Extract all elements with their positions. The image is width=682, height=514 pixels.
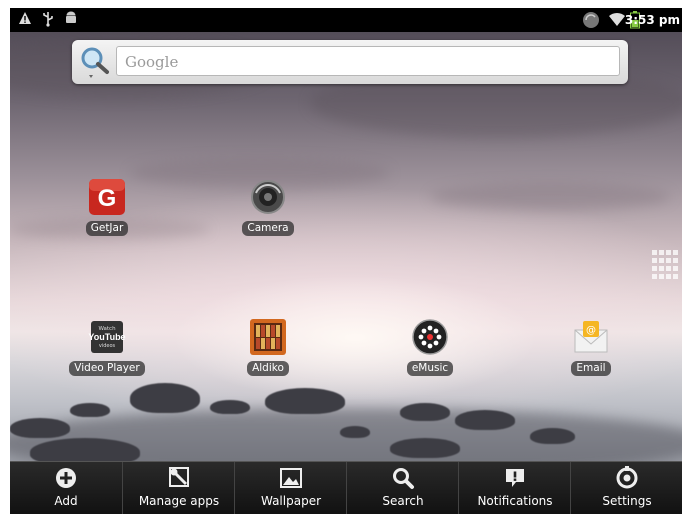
menu-item-add[interactable]: Add <box>10 462 122 514</box>
picture-icon <box>276 462 306 492</box>
wrench-icon <box>164 462 194 492</box>
wallpaper-rock <box>265 388 345 414</box>
google-search-widget[interactable]: Google <box>72 40 628 84</box>
app-aldiko[interactable]: Aldiko <box>223 318 313 376</box>
wallpaper-rock <box>390 438 460 458</box>
app-emusic[interactable]: eMusic <box>385 318 475 376</box>
app-getjar[interactable]: G GetJar <box>62 178 152 236</box>
sync-icon <box>582 11 600 34</box>
youtube-icon: Watch YouTube videos <box>88 318 126 356</box>
menu-label: Wallpaper <box>260 494 322 508</box>
status-bar: 3:53 pm <box>10 8 682 32</box>
menu-item-wallpaper[interactable]: Wallpaper <box>234 462 347 514</box>
menu-item-search[interactable]: Search <box>346 462 459 514</box>
youtube-badge-line: videos <box>99 343 116 349</box>
wifi-icon <box>608 11 626 32</box>
app-label: Email <box>571 361 611 376</box>
wallpaper-rock <box>10 418 70 438</box>
app-label: Camera <box>242 221 294 236</box>
warning-icon <box>18 11 32 30</box>
email-icon: @ <box>572 318 610 356</box>
wallpaper-rock <box>455 410 515 430</box>
app-label: GetJar <box>85 221 129 236</box>
settings-icon <box>612 462 642 492</box>
aldiko-icon <box>249 318 287 356</box>
getjar-letter: G <box>98 185 117 212</box>
notification-icon <box>500 462 530 492</box>
app-label: Video Player <box>69 361 145 376</box>
camera-icon <box>249 178 287 216</box>
wallpaper-rock <box>400 403 450 421</box>
app-drawer-grid-icon[interactable] <box>650 248 680 282</box>
menu-label: Settings <box>602 494 652 508</box>
menu-item-notifications[interactable]: Notifications <box>458 462 571 514</box>
plus-icon <box>51 462 81 492</box>
menu-label: Search <box>382 494 424 508</box>
app-label: eMusic <box>406 361 454 376</box>
menu-label: Manage apps <box>138 494 220 508</box>
menu-item-settings[interactable]: Settings <box>570 462 682 514</box>
search-icon[interactable] <box>78 45 112 79</box>
options-menu: Add Manage apps Wallpaper Search Notific… <box>10 461 682 514</box>
android-debug-icon <box>64 11 78 30</box>
magnifier-icon <box>388 462 418 492</box>
youtube-badge-line: YouTube <box>88 332 125 342</box>
wallpaper-rock <box>70 403 110 417</box>
wallpaper-rock <box>530 428 575 444</box>
wallpaper-rock <box>340 426 370 438</box>
wallpaper-rock <box>210 400 250 414</box>
app-video-player[interactable]: Watch YouTube videos Video Player <box>62 318 152 376</box>
usb-icon <box>42 11 54 32</box>
wallpaper-rock <box>130 383 200 413</box>
menu-label: Notifications <box>477 494 553 508</box>
home-screen: 3:53 pm Google G GetJar Camera Watch You… <box>10 8 682 514</box>
getjar-icon: G <box>88 178 126 216</box>
app-label: Aldiko <box>247 361 289 376</box>
search-input[interactable]: Google <box>116 46 620 76</box>
menu-label: Add <box>54 494 78 508</box>
emusic-icon <box>411 318 449 356</box>
app-email[interactable]: @ Email <box>546 318 636 376</box>
wallpaper-cloud <box>430 183 670 211</box>
svg-text:@: @ <box>586 325 596 336</box>
clock: 3:53 pm <box>624 13 680 27</box>
app-camera[interactable]: Camera <box>223 178 313 236</box>
menu-item-manage-apps[interactable]: Manage apps <box>122 462 235 514</box>
